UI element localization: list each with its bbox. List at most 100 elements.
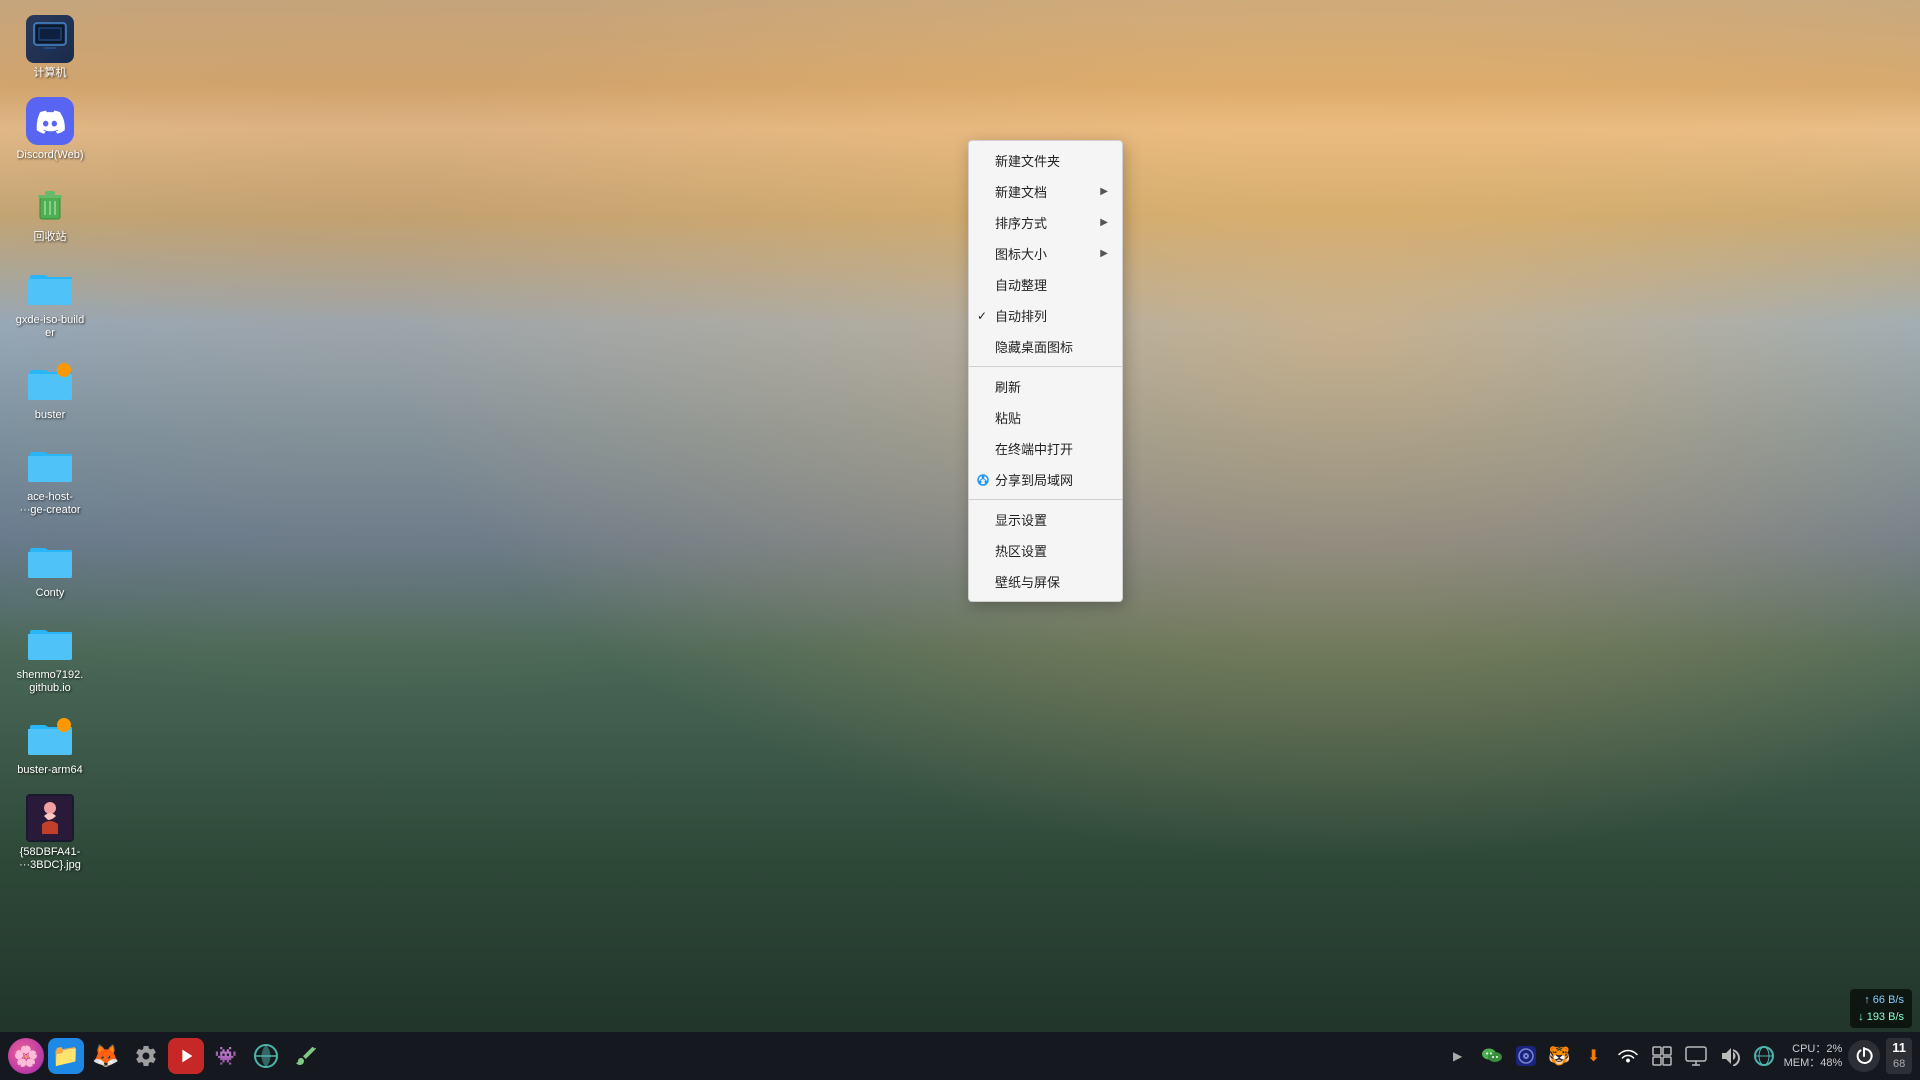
wifi-icon [1617, 1045, 1639, 1067]
desktop-icon-gxde-iso[interactable]: gxde-iso-builder [10, 257, 90, 345]
menu-auto-sort[interactable]: ✓ 自动排列 [969, 300, 1122, 331]
music-icon [1516, 1046, 1536, 1066]
taskbar-network[interactable] [248, 1038, 284, 1074]
tray-network2[interactable] [1750, 1042, 1778, 1070]
share-icon [975, 472, 991, 488]
arrow-icon: ▶ [1100, 217, 1108, 228]
arrow-icon: ▶ [1100, 186, 1108, 197]
tray-expand[interactable]: ▶ [1444, 1042, 1472, 1070]
buster-icon-img [26, 357, 74, 405]
cpu-mem-stats: CPU：2% MEM：48% [1784, 1042, 1843, 1071]
steam-icon: 👾 [215, 1046, 237, 1067]
buster-arm64-icon-label: buster-arm64 [17, 764, 82, 777]
menu-wallpaper[interactable]: 壁纸与屏保 [969, 566, 1122, 597]
computer-icon-label: 计算机 [34, 67, 67, 80]
desktop-icon-trash[interactable]: 回收站 [10, 174, 90, 249]
desktop-icon-discord[interactable]: Discord(Web) [10, 92, 90, 167]
firefox-icon: 🦊 [92, 1043, 119, 1069]
menu-share-lan[interactable]: 分享到局域网 [969, 464, 1122, 495]
tray-tiger[interactable]: 🐯 [1546, 1042, 1574, 1070]
menu-new-folder[interactable]: 新建文件夹 [969, 145, 1122, 176]
tray-display[interactable] [1682, 1042, 1710, 1070]
taskbar-launcher[interactable]: 🌸 [8, 1038, 44, 1074]
taskbar-screen-recorder[interactable] [168, 1038, 204, 1074]
tray-volume[interactable] [1716, 1042, 1744, 1070]
tray-wechat[interactable] [1478, 1042, 1506, 1070]
arrow-icon: ▶ [1100, 248, 1108, 259]
trash-icon-img [26, 179, 74, 227]
discord-icon-img [26, 97, 74, 145]
taskbar-settings[interactable] [128, 1038, 164, 1074]
conty-icon-img [26, 535, 74, 583]
separator-1 [969, 366, 1122, 367]
desktop-icon-buster-arm64[interactable]: buster-arm64 [10, 707, 90, 782]
computer-icon-img [26, 15, 74, 63]
volume-icon [1719, 1046, 1741, 1066]
shenmo-icon-img [26, 617, 74, 665]
power-icon [1855, 1047, 1873, 1065]
files-icon: 📁 [52, 1043, 79, 1069]
menu-icon-size[interactable]: 图标大小 ▶ [969, 238, 1122, 269]
wechat-icon [1481, 1045, 1503, 1067]
tiger-icon: 🐯 [1548, 1046, 1570, 1067]
desktop-icon-shenmo[interactable]: shenmo7192.github.io [10, 612, 90, 700]
network-speed-widget: ↑ 66 B/s ↓ 193 B/s [1850, 989, 1912, 1028]
network-icon [253, 1043, 279, 1069]
taskbar-firefox[interactable]: 🦊 [88, 1038, 124, 1074]
gear-icon [134, 1044, 158, 1068]
menu-refresh[interactable]: 刷新 [969, 371, 1122, 402]
menu-hide-icons[interactable]: 隐藏桌面图标 [969, 331, 1122, 362]
desktop-icon-ace-host[interactable]: ace-host-···ge-creator [10, 434, 90, 522]
taskbar-paint[interactable] [288, 1038, 324, 1074]
discord-icon-label: Discord(Web) [16, 149, 83, 162]
menu-auto-arrange[interactable]: 自动整理 [969, 269, 1122, 300]
download-speed: ↓ 193 B/s [1858, 1009, 1904, 1026]
taskbar: 🌸 📁 🦊 👾 [0, 1032, 1920, 1080]
desktop-icon-buster[interactable]: buster [10, 352, 90, 427]
checkmark-icon: ✓ [977, 309, 987, 323]
trash-icon-label: 回收站 [34, 231, 67, 244]
time-hour: 11 [1892, 1040, 1906, 1057]
tray-wifi[interactable] [1614, 1042, 1642, 1070]
paint-icon [294, 1044, 318, 1068]
jpg-icon-label: {58DBFA41-···3BDC}.jpg [19, 846, 81, 872]
menu-open-terminal[interactable]: 在终端中打开 [969, 433, 1122, 464]
taskbar-steam[interactable]: 👾 [208, 1038, 244, 1074]
upload-speed: ↑ 66 B/s [1858, 992, 1904, 1009]
system-tray: ▶ [1444, 1038, 1912, 1073]
jpg-icon-img [26, 794, 74, 842]
desktop-icon-jpg[interactable]: {58DBFA41-···3BDC}.jpg [10, 789, 90, 877]
tray-taskview[interactable] [1648, 1042, 1676, 1070]
download-icon: ⬇ [1587, 1046, 1600, 1066]
power-button[interactable] [1848, 1040, 1880, 1072]
conty-icon-label: Conty [36, 587, 65, 600]
expand-arrow-icon: ▶ [1453, 1049, 1462, 1063]
taskview-icon [1652, 1046, 1672, 1066]
network2-icon [1753, 1045, 1775, 1067]
desktop-icons-area: 计算机 Discord(Web) [0, 0, 200, 1080]
context-menu: 新建文件夹 新建文档 ▶ 排序方式 ▶ 图标大小 ▶ 自动整理 ✓ 自动排列 隐… [968, 140, 1123, 602]
tray-music[interactable] [1512, 1042, 1540, 1070]
mem-stat: MEM：48% [1784, 1056, 1843, 1070]
taskbar-files[interactable]: 📁 [48, 1038, 84, 1074]
wallpaper [0, 0, 1920, 1080]
menu-display-settings[interactable]: 显示设置 [969, 504, 1122, 535]
desktop-icon-computer[interactable]: 计算机 [10, 10, 90, 85]
buster-icon-label: buster [35, 409, 66, 422]
menu-new-doc[interactable]: 新建文档 ▶ [969, 176, 1122, 207]
system-time[interactable]: 11 68 [1886, 1038, 1912, 1073]
tray-download[interactable]: ⬇ [1580, 1042, 1608, 1070]
record-icon [175, 1045, 197, 1067]
ace-host-icon-label: ace-host-···ge-creator [19, 491, 80, 517]
gxde-iso-icon-img [26, 262, 74, 310]
menu-sort[interactable]: 排序方式 ▶ [969, 207, 1122, 238]
separator-2 [969, 499, 1122, 500]
display-icon [1685, 1046, 1707, 1066]
cpu-stat: CPU：2% [1784, 1042, 1843, 1056]
time-minute: 68 [1892, 1057, 1906, 1071]
desktop: 计算机 Discord(Web) [0, 0, 1920, 1080]
menu-paste[interactable]: 粘贴 [969, 402, 1122, 433]
desktop-icon-conty[interactable]: Conty [10, 530, 90, 605]
launcher-icon: 🌸 [14, 1044, 39, 1069]
menu-hotzone-settings[interactable]: 热区设置 [969, 535, 1122, 566]
